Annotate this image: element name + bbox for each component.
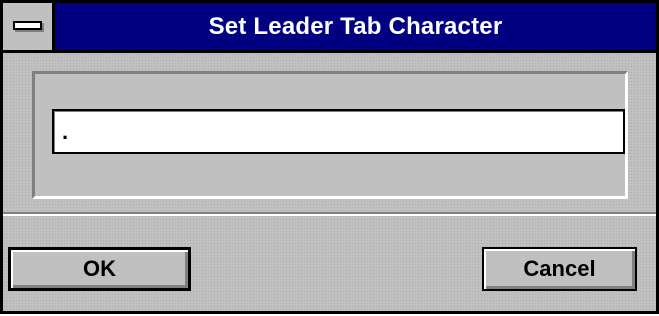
window-title: Set Leader Tab Character xyxy=(208,13,503,40)
leader-character-input[interactable] xyxy=(52,109,625,154)
input-panel xyxy=(32,71,628,199)
cancel-button[interactable]: Cancel xyxy=(482,247,637,291)
dialog-body: OK Cancel xyxy=(3,53,656,311)
separator xyxy=(3,212,656,216)
title-bar[interactable]: Set Leader Tab Character xyxy=(3,3,656,53)
system-menu-button[interactable] xyxy=(3,3,55,50)
system-menu-icon xyxy=(13,21,42,30)
dialog-window: Set Leader Tab Character OK Cancel xyxy=(0,0,659,314)
ok-button[interactable]: OK xyxy=(8,247,191,291)
